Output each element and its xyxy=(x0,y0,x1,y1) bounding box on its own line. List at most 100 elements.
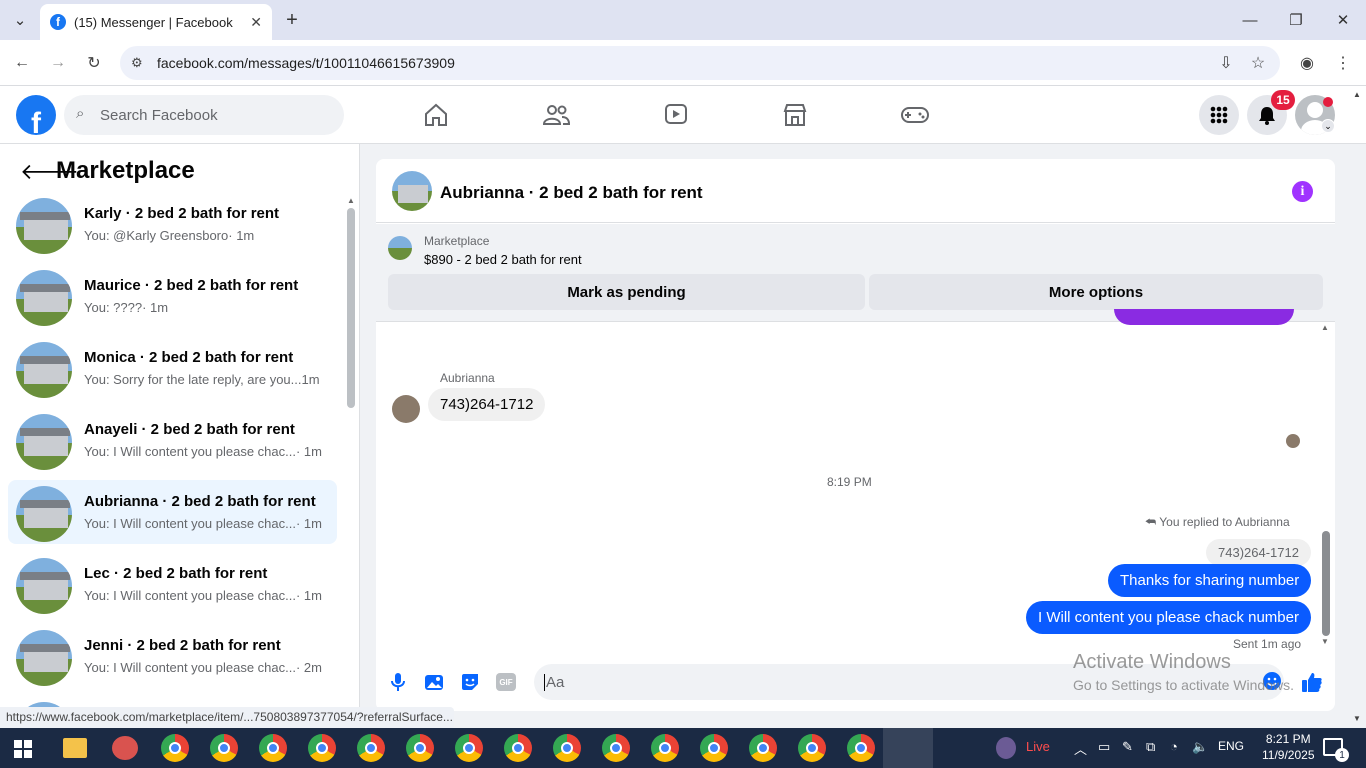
scroll-up-icon[interactable]: ▲ xyxy=(347,196,355,205)
browser-tabbar: ⌄ f (15) Messenger | Facebook ✕ + — ❐ ✕ xyxy=(0,0,1366,40)
pen-icon[interactable]: ✎ xyxy=(1122,739,1133,755)
incoming-message[interactable]: 743)264-1712 xyxy=(428,388,546,421)
close-window-icon[interactable]: ✕ xyxy=(1333,10,1353,30)
chrome-taskbar-icon[interactable] xyxy=(847,734,875,762)
facebook-logo[interactable]: f xyxy=(16,95,56,135)
search-icon: ⌕ xyxy=(76,105,85,122)
minimize-icon[interactable]: — xyxy=(1240,10,1260,30)
bookmark-star-icon[interactable]: ☆ xyxy=(1248,53,1268,73)
reply-arrow-icon: ⮪ xyxy=(1145,515,1160,529)
page-scroll-down-icon[interactable]: ▼ xyxy=(1353,714,1361,723)
quoted-message[interactable]: 743)264-1712 xyxy=(1206,539,1311,566)
chrome-taskbar-icon[interactable] xyxy=(700,734,728,762)
chrome-taskbar-icon[interactable] xyxy=(798,734,826,762)
activate-windows-title: Activate Windows xyxy=(1073,651,1231,673)
menu-grid-icon[interactable] xyxy=(1199,95,1239,135)
conversation-name: Karly · 2 bed 2 bath for rent xyxy=(84,205,280,222)
sender-avatar[interactable] xyxy=(392,395,420,423)
browser-tab-messenger[interactable]: f (15) Messenger | Facebook ✕ xyxy=(40,4,272,40)
chrome-taskbar-icon[interactable] xyxy=(504,734,532,762)
video-icon[interactable] xyxy=(661,100,691,130)
wifi-icon[interactable]: ◔ xyxy=(1170,739,1178,754)
device-icon[interactable]: ⧉ xyxy=(1146,739,1155,755)
more-options-button[interactable]: More options xyxy=(869,274,1323,310)
address-bar[interactable]: ⚙ facebook.com/messages/t/10011046615673… xyxy=(120,46,1280,80)
app-icon[interactable] xyxy=(112,736,138,760)
conversation-item[interactable]: Aubrianna · 2 bed 2 bath for rent You: I … xyxy=(8,480,337,544)
conversation-item[interactable]: Karly · 2 bed 2 bath for rent You: @Karly… xyxy=(8,192,337,256)
chrome-taskbar-icon[interactable] xyxy=(602,734,630,762)
install-app-icon[interactable]: ⇩ xyxy=(1216,53,1236,73)
tray-chevron-icon[interactable]: ︿ xyxy=(1074,739,1087,758)
battery-icon[interactable]: ▭ xyxy=(1098,739,1110,755)
search-input[interactable]: ⌕ Search Facebook xyxy=(64,95,344,135)
file-explorer-icon[interactable] xyxy=(63,738,87,758)
windows-start-icon[interactable] xyxy=(14,740,32,758)
sticker-icon[interactable] xyxy=(458,670,482,694)
chrome-taskbar-icon[interactable] xyxy=(357,734,385,762)
message-placeholder: Aa xyxy=(544,673,565,691)
chrome-taskbar-icon[interactable] xyxy=(161,734,189,762)
conversation-avatar xyxy=(16,270,72,326)
chrome-taskbar-icon[interactable] xyxy=(749,734,777,762)
preview-time: · 2m xyxy=(295,660,322,675)
chat-scrollbar[interactable] xyxy=(1322,531,1330,636)
preview-time: · 1m xyxy=(295,444,322,459)
conversation-item[interactable]: Jenni · 2 bed 2 bath for rent You: I Will… xyxy=(8,624,337,688)
preview-time: · 1m xyxy=(228,228,255,243)
gaming-icon[interactable] xyxy=(900,100,930,130)
conversation-item[interactable]: Monica · 2 bed 2 bath for rent You: Sorry… xyxy=(8,336,337,400)
sidebar-scrollbar[interactable] xyxy=(347,208,355,408)
marketplace-label: Marketplace xyxy=(424,234,490,248)
profile-icon[interactable]: ◉ xyxy=(1297,53,1317,73)
photo-icon[interactable] xyxy=(422,670,446,694)
friends-icon[interactable] xyxy=(541,100,571,130)
gif-icon[interactable]: GIF xyxy=(494,670,518,694)
info-icon[interactable]: i xyxy=(1292,181,1313,202)
back-icon[interactable]: ← xyxy=(12,53,32,73)
forward-icon[interactable]: → xyxy=(48,53,68,73)
language-indicator[interactable]: ENG xyxy=(1218,739,1244,753)
outgoing-message[interactable]: Thanks for sharing number xyxy=(1108,564,1312,597)
live-icon[interactable] xyxy=(996,737,1016,759)
chat-avatar[interactable] xyxy=(392,171,432,211)
message-sender: Aubrianna xyxy=(440,371,495,385)
home-icon[interactable] xyxy=(421,100,451,130)
like-thumbs-up-icon[interactable] xyxy=(1300,670,1324,694)
chat-title[interactable]: Aubrianna · 2 bed 2 bath for rent xyxy=(440,183,703,203)
reload-icon[interactable]: ↻ xyxy=(84,53,104,73)
taskbar-clock[interactable]: 8:21 PM 11/9/2025 xyxy=(1262,731,1315,763)
listing-title[interactable]: $890 - 2 bed 2 bath for rent xyxy=(424,252,582,267)
browser-toolbar: ← → ↻ ⚙ facebook.com/messages/t/10011046… xyxy=(0,40,1366,86)
outgoing-message[interactable]: I Will content you please chack number xyxy=(1026,601,1311,634)
volume-icon[interactable]: 🔈 xyxy=(1192,739,1208,755)
conversation-item[interactable]: Maurice · 2 bed 2 bath for rent You: ????… xyxy=(8,264,337,328)
conversation-avatar xyxy=(16,198,72,254)
chrome-taskbar-icon[interactable] xyxy=(553,734,581,762)
site-info-icon[interactable]: ⚙ xyxy=(131,55,143,71)
browser-menu-icon[interactable]: ⋮ xyxy=(1333,53,1353,73)
chat-scroll-up-icon[interactable]: ▲ xyxy=(1321,323,1329,332)
marketplace-icon[interactable] xyxy=(780,100,810,130)
chrome-taskbar-icon[interactable] xyxy=(259,734,287,762)
mark-as-pending-button[interactable]: Mark as pending xyxy=(388,274,865,310)
chrome-taskbar-icon[interactable] xyxy=(406,734,434,762)
chevron-down-icon[interactable]: ⌄ xyxy=(1321,119,1335,133)
listing-thumbnail[interactable] xyxy=(388,236,412,260)
time-divider: 8:19 PM xyxy=(827,475,872,489)
conversation-item[interactable]: Anayeli · 2 bed 2 bath for rent You: I Wi… xyxy=(8,408,337,472)
conversation-item[interactable]: Lec · 2 bed 2 bath for rent You: I Will c… xyxy=(8,552,337,616)
restore-icon[interactable]: ❐ xyxy=(1286,10,1306,30)
microphone-icon[interactable] xyxy=(386,670,410,694)
chrome-taskbar-icon[interactable] xyxy=(308,734,336,762)
page-scroll-up-icon[interactable]: ▲ xyxy=(1353,90,1361,99)
close-tab-icon[interactable]: ✕ xyxy=(250,14,262,31)
chrome-taskbar-icon[interactable] xyxy=(210,734,238,762)
preview-time: · 1m xyxy=(295,588,322,603)
chat-scroll-down-icon[interactable]: ▼ xyxy=(1321,637,1329,646)
new-tab-icon[interactable]: + xyxy=(282,9,302,31)
tab-search-icon[interactable]: ⌄ xyxy=(10,10,30,30)
chrome-taskbar-icon[interactable] xyxy=(651,734,679,762)
live-label[interactable]: Live xyxy=(1026,739,1050,754)
chrome-taskbar-icon[interactable] xyxy=(455,734,483,762)
